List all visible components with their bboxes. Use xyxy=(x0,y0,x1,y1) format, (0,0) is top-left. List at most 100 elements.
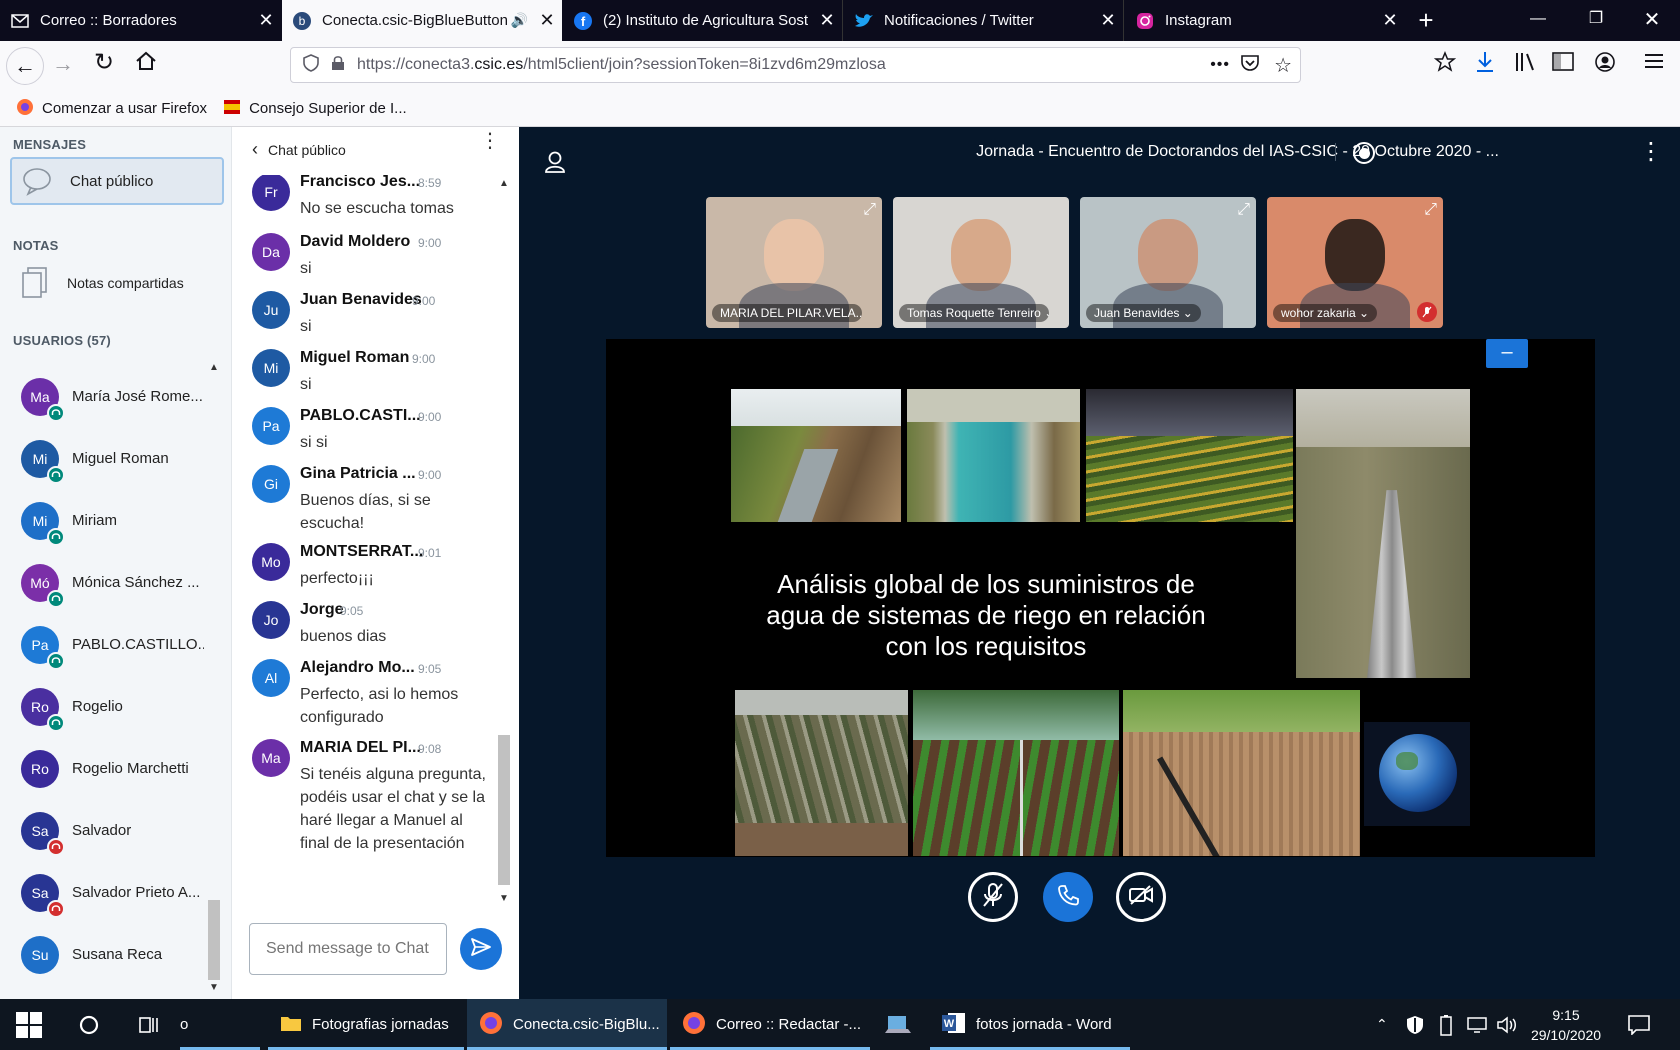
volume-icon[interactable] xyxy=(1496,999,1518,1050)
taskbar-app-firefox-mail[interactable]: Correo :: Redactar -... xyxy=(670,999,870,1050)
bookmark-csic[interactable]: Consejo Superior de I... xyxy=(249,100,407,117)
user-list-item[interactable]: Sa Salvador xyxy=(0,808,205,856)
leave-audio-button[interactable] xyxy=(1043,872,1093,922)
close-tab-icon[interactable]: ✕ xyxy=(532,10,562,31)
tab-mail[interactable]: Correo :: Borradores ✕ xyxy=(0,0,281,41)
scrollbar-thumb[interactable] xyxy=(208,900,220,980)
show-hidden-icons-chevron-icon[interactable]: ⌃ xyxy=(1376,999,1388,1050)
shield-icon[interactable] xyxy=(303,53,319,77)
windows-start-icon[interactable] xyxy=(16,999,42,1050)
user-profile-icon[interactable] xyxy=(544,150,566,179)
user-list-item[interactable]: Sa Salvador Prieto A... xyxy=(0,870,205,918)
chat-scrollbar[interactable]: ▲ ▼ xyxy=(494,175,514,905)
restore-window-icon[interactable]: ❐ xyxy=(1578,8,1614,28)
bookmark-firefox[interactable]: Comenzar a usar Firefox xyxy=(42,100,207,117)
send-message-button[interactable] xyxy=(460,928,502,970)
webcam-video[interactable]: ⤢ MARIA DEL PILAR.VELA... ⌄ xyxy=(706,197,882,328)
webcam-username[interactable]: Tomas Roquette Tenreiro ⌄ xyxy=(899,304,1049,322)
page-actions-icon[interactable]: ••• xyxy=(1210,56,1230,74)
user-list-item[interactable]: Ma María José Rome... xyxy=(0,374,205,422)
public-chat-item[interactable]: Chat público xyxy=(10,157,224,205)
headphones-icon xyxy=(47,590,65,608)
recording-indicator-icon[interactable] xyxy=(1353,142,1375,164)
fullscreen-icon[interactable]: ⤢ xyxy=(863,201,876,219)
unmute-microphone-button[interactable] xyxy=(968,872,1018,922)
bookmark-manager-icon[interactable] xyxy=(1433,51,1457,78)
network-icon[interactable] xyxy=(1466,999,1488,1050)
taskbar-app-firefox-bbb[interactable]: Conecta.csic-BigBlu... xyxy=(467,999,667,1050)
tab-instagram[interactable]: Instagram ✕ xyxy=(1125,0,1405,41)
lock-icon[interactable] xyxy=(331,55,345,76)
participant-face xyxy=(764,219,824,291)
fullscreen-icon[interactable]: ⤢ xyxy=(1424,201,1437,219)
chat-options-icon[interactable]: ⋮ xyxy=(480,131,500,151)
webcam-video[interactable]: Tomas Roquette Tenreiro ⌄ xyxy=(893,197,1069,328)
scroll-up-arrow-icon[interactable]: ▲ xyxy=(209,362,219,373)
folder-icon xyxy=(280,1013,302,1037)
scroll-down-arrow-icon[interactable]: ▼ xyxy=(209,982,219,993)
chevron-left-icon[interactable]: ‹ xyxy=(252,139,258,160)
taskbar-app-word[interactable]: W fotos jornada - Word xyxy=(930,999,1130,1050)
scroll-down-arrow-icon[interactable]: ▼ xyxy=(499,893,509,904)
close-tab-icon[interactable]: ✕ xyxy=(812,10,842,31)
close-tab-icon[interactable]: ✕ xyxy=(1093,10,1123,31)
back-arrow-icon[interactable]: ← xyxy=(6,47,44,85)
chat-message-input[interactable] xyxy=(249,923,447,975)
taskbar-app-explorer[interactable]: Fotografias jornadas xyxy=(268,999,464,1050)
users-scrollbar[interactable]: ▲ ▼ xyxy=(205,360,223,998)
defender-shield-icon[interactable] xyxy=(1406,999,1424,1050)
cortana-search-icon[interactable] xyxy=(78,999,100,1050)
csic-bookmark-icon xyxy=(223,98,241,120)
taskbar-pc-icon[interactable] xyxy=(884,999,912,1050)
library-icon[interactable] xyxy=(1514,51,1538,78)
webcam-username[interactable]: wohor zakaria ⌄ xyxy=(1273,304,1378,322)
message-avatar: Mo xyxy=(252,543,290,581)
url-bar[interactable]: https://conecta3.csic.es/html5client/joi… xyxy=(290,47,1301,83)
home-icon[interactable] xyxy=(134,49,158,78)
participant-face xyxy=(1138,219,1198,291)
notification-center-icon[interactable] xyxy=(1628,999,1650,1050)
user-list-item[interactable]: Pa PABLO.CASTILLO.... xyxy=(0,622,205,670)
bookmark-star-icon[interactable]: ☆ xyxy=(1274,53,1292,78)
battery-icon[interactable] xyxy=(1440,999,1452,1050)
webcam-video[interactable]: ⤢ wohor zakaria ⌄ xyxy=(1267,197,1443,328)
tab-bigbluebutton[interactable]: b Conecta.csic-BigBlueButton 🔊 ✕ xyxy=(282,0,562,41)
user-list-item[interactable]: Ro Rogelio Marchetti xyxy=(0,746,205,794)
user-list-item[interactable]: Mó Mónica Sánchez ... xyxy=(0,560,205,608)
minimize-window-icon[interactable]: — xyxy=(1520,10,1556,28)
close-tab-icon[interactable]: ✕ xyxy=(1375,10,1405,31)
user-list-item[interactable]: Ro Rogelio xyxy=(0,684,205,732)
download-icon[interactable] xyxy=(1474,50,1496,79)
forward-arrow-icon[interactable]: → xyxy=(52,51,74,77)
chat-header[interactable]: ‹ Chat público xyxy=(252,139,346,160)
fullscreen-icon[interactable]: ⤢ xyxy=(1237,201,1250,219)
taskbar-partial-app[interactable]: o xyxy=(180,999,260,1050)
shared-notes-item[interactable]: Notas compartidas xyxy=(10,259,224,307)
webcam-video[interactable]: ⤢ Juan Benavides ⌄ xyxy=(1080,197,1256,328)
close-tab-icon[interactable]: ✕ xyxy=(251,10,281,31)
tab-twitter[interactable]: Notificaciones / Twitter ✕ xyxy=(844,0,1124,41)
webcam-username[interactable]: Juan Benavides ⌄ xyxy=(1086,304,1201,322)
hamburger-menu-icon[interactable] xyxy=(1644,52,1664,75)
user-list-item[interactable]: Mi Miriam xyxy=(0,498,205,546)
tab-facebook[interactable]: f (2) Instituto de Agricultura Sost ✕ xyxy=(563,0,843,41)
close-window-icon[interactable]: ✕ xyxy=(1634,7,1670,32)
share-webcam-button[interactable] xyxy=(1116,872,1166,922)
new-tab-plus-icon[interactable]: + xyxy=(1408,6,1444,36)
account-icon[interactable] xyxy=(1594,51,1616,78)
task-view-icon[interactable] xyxy=(138,999,160,1050)
sidebar-toggle-icon[interactable] xyxy=(1552,52,1574,77)
meeting-options-icon[interactable]: ⋮ xyxy=(1639,139,1663,165)
user-list-item[interactable]: Mi Miguel Roman xyxy=(0,436,205,484)
taskbar-clock[interactable]: 9:15 29/10/2020 xyxy=(1526,1005,1606,1045)
user-list-item[interactable]: Su Susana Reca xyxy=(0,932,205,980)
reload-icon[interactable]: ↻ xyxy=(94,48,114,77)
minimize-presentation-button[interactable]: – xyxy=(1486,339,1528,368)
avatar-initials: Ma xyxy=(30,389,50,405)
scroll-up-arrow-icon[interactable]: ▲ xyxy=(499,178,509,189)
webcam-username[interactable]: MARIA DEL PILAR.VELA... ⌄ xyxy=(712,304,862,322)
speaker-icon[interactable]: 🔊 xyxy=(511,12,528,29)
scrollbar-thumb[interactable] xyxy=(498,735,510,885)
message-sender: PABLO.CASTI... xyxy=(300,407,421,424)
pocket-icon[interactable] xyxy=(1240,54,1260,77)
